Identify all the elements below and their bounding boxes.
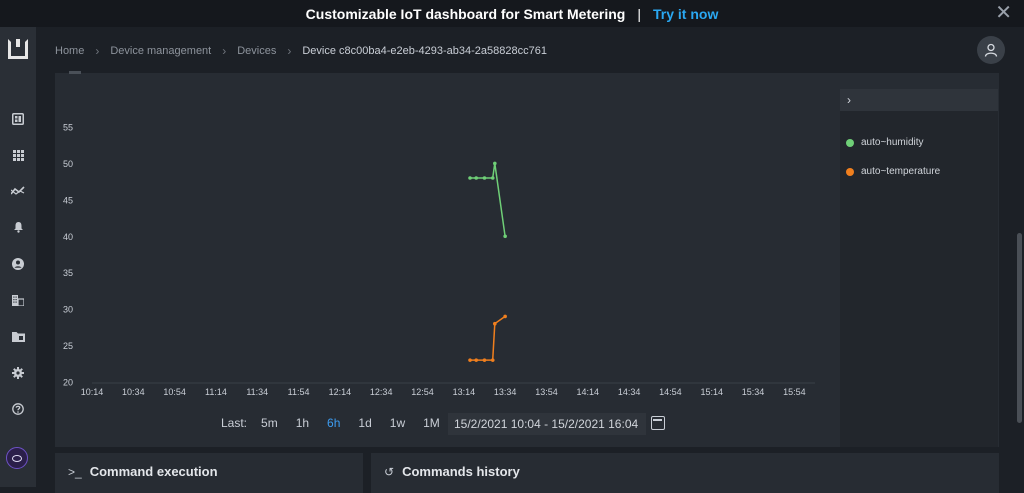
data-point[interactable] bbox=[482, 358, 487, 362]
top-bar: Home › Device management › Devices › Dev… bbox=[36, 27, 1024, 73]
user-avatar-button[interactable] bbox=[977, 36, 1005, 64]
x-tick-label: 13:54 bbox=[535, 387, 558, 397]
x-tick-label: 12:54 bbox=[411, 387, 434, 397]
x-tick-label: 13:34 bbox=[494, 387, 517, 397]
chevron-right-icon: › bbox=[95, 44, 100, 58]
range-1w-button[interactable]: 1w bbox=[390, 416, 405, 430]
range-5m-button[interactable]: 5m bbox=[261, 416, 278, 430]
series-line-auto-humidity bbox=[470, 163, 506, 237]
chart-legend: › auto~humidity auto~temperature bbox=[840, 89, 998, 447]
x-tick-label: 10:14 bbox=[81, 387, 104, 397]
breadcrumb-current-device: Device c8c00ba4-e2eb-4293-ab34-2a58828cc… bbox=[302, 45, 547, 57]
time-range-selector: Last: 5m 1h 6h 1d 1w 1M bbox=[221, 416, 458, 430]
data-point[interactable] bbox=[468, 358, 472, 362]
x-tick-label: 11:14 bbox=[205, 387, 227, 397]
x-tick-label: 14:54 bbox=[659, 387, 682, 397]
range-1d-button[interactable]: 1d bbox=[358, 416, 371, 430]
person-icon bbox=[984, 43, 998, 57]
x-tick-label: 14:34 bbox=[618, 387, 641, 397]
folder-icon[interactable] bbox=[6, 325, 30, 347]
x-tick-label: 14:14 bbox=[577, 387, 600, 397]
data-point[interactable] bbox=[490, 176, 495, 180]
chevron-right-icon: › bbox=[847, 93, 851, 107]
data-point[interactable] bbox=[503, 314, 507, 319]
history-icon: ↺ bbox=[384, 464, 395, 479]
legend-label: auto~temperature bbox=[861, 166, 941, 177]
building-icon[interactable] bbox=[6, 289, 30, 311]
help-icon[interactable] bbox=[6, 398, 30, 420]
x-tick-label: 11:54 bbox=[288, 387, 310, 397]
time-range-label: Last: bbox=[221, 416, 248, 430]
legend-item-temperature[interactable]: auto~temperature bbox=[846, 166, 940, 177]
series-line-auto-temperature bbox=[470, 315, 506, 361]
breadcrumb-devices[interactable]: Devices bbox=[237, 45, 276, 57]
range-6h-button[interactable]: 6h bbox=[327, 416, 340, 430]
sidebar bbox=[0, 27, 36, 487]
analytics-icon[interactable] bbox=[6, 180, 30, 202]
legend-toggle[interactable]: › bbox=[840, 89, 998, 111]
x-tick-label: 10:34 bbox=[122, 387, 145, 397]
x-tick-label: 10:54 bbox=[163, 387, 186, 397]
measurements-chart: 20 25 30 35 40 45 50 55 10:14 10:34 10:54 11:14 11:3… bbox=[63, 123, 815, 397]
chat-bubble-icon[interactable] bbox=[6, 447, 28, 469]
data-point[interactable] bbox=[493, 161, 497, 166]
terminal-icon: >_ bbox=[68, 464, 82, 479]
x-tick-label: 15:54 bbox=[783, 387, 806, 397]
card-title: Commands history bbox=[402, 464, 520, 479]
banner-title: Customizable IoT dashboard for Smart Met… bbox=[305, 5, 626, 22]
apps-grid-icon[interactable] bbox=[6, 144, 30, 166]
calendar-icon[interactable] bbox=[651, 416, 665, 430]
legend-swatch bbox=[846, 167, 854, 176]
measurements-panel: 20 25 30 35 40 45 50 55 10:14 10:34 10:54 11:14 11:3… bbox=[55, 71, 999, 447]
date-range-field[interactable]: 15/2/2021 10:04 - 15/2/2021 16:04 bbox=[448, 413, 646, 435]
user-icon[interactable] bbox=[6, 253, 30, 275]
card-title: Command execution bbox=[89, 464, 218, 479]
try-it-now-link[interactable]: Try it now bbox=[653, 6, 718, 22]
close-icon[interactable]: ✕ bbox=[995, 3, 1012, 23]
y-tick-label: 55 bbox=[63, 123, 73, 133]
bell-icon[interactable] bbox=[6, 216, 30, 238]
command-execution-card: >_ Command execution bbox=[55, 453, 363, 493]
main-content: 20 25 30 35 40 45 50 55 10:14 10:34 10:54 11:14 11:3… bbox=[36, 71, 1024, 493]
x-tick-label: 15:34 bbox=[742, 387, 765, 397]
chevron-right-icon: › bbox=[222, 44, 227, 58]
page-scrollbar[interactable] bbox=[1017, 233, 1022, 423]
data-point[interactable] bbox=[503, 234, 507, 239]
y-tick-label: 30 bbox=[63, 305, 73, 315]
breadcrumb-device-management[interactable]: Device management bbox=[110, 45, 211, 57]
breadcrumb-home[interactable]: Home bbox=[55, 45, 84, 57]
commands-history-card: ↺ Commands history bbox=[371, 453, 999, 493]
data-point[interactable] bbox=[468, 176, 472, 180]
x-tick-label: 13:14 bbox=[453, 387, 476, 397]
data-point[interactable] bbox=[474, 176, 479, 180]
chevron-right-icon: › bbox=[287, 44, 292, 58]
x-tick-label: 12:34 bbox=[370, 387, 393, 397]
data-point[interactable] bbox=[493, 321, 497, 326]
x-tick-label: 12:14 bbox=[329, 387, 352, 397]
data-point[interactable] bbox=[482, 176, 487, 180]
data-point[interactable] bbox=[490, 358, 495, 362]
legend-label: auto~humidity bbox=[861, 137, 924, 148]
gear-icon[interactable] bbox=[6, 362, 30, 384]
banner-separator: | bbox=[637, 5, 641, 22]
y-tick-label: 20 bbox=[63, 378, 73, 388]
x-tick-label: 11:34 bbox=[246, 387, 268, 397]
range-1h-button[interactable]: 1h bbox=[296, 416, 309, 430]
y-tick-label: 35 bbox=[63, 268, 73, 278]
promo-banner: Customizable IoT dashboard for Smart Met… bbox=[0, 0, 1024, 27]
app-logo[interactable] bbox=[8, 39, 28, 59]
legend-item-humidity[interactable]: auto~humidity bbox=[846, 137, 924, 148]
y-tick-label: 40 bbox=[63, 232, 73, 242]
legend-swatch bbox=[846, 138, 854, 147]
range-1M-button[interactable]: 1M bbox=[423, 416, 440, 430]
breadcrumb: Home › Device management › Devices › Dev… bbox=[55, 44, 547, 58]
dashboard-icon[interactable] bbox=[6, 108, 30, 130]
y-tick-label: 50 bbox=[63, 159, 73, 169]
x-tick-label: 15:14 bbox=[700, 387, 723, 397]
data-point[interactable] bbox=[474, 358, 479, 362]
y-tick-label: 25 bbox=[63, 341, 73, 351]
y-tick-label: 45 bbox=[63, 195, 73, 205]
